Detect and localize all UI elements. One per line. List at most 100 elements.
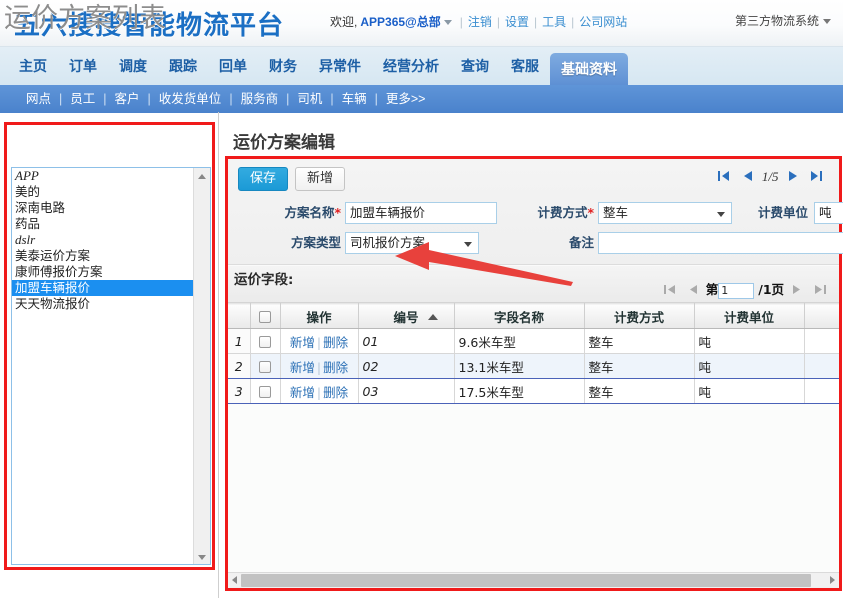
checkbox-icon[interactable]: [259, 386, 271, 398]
subnav-item-provider[interactable]: 服务商: [235, 92, 285, 106]
grid-prev-page-icon[interactable]: [689, 283, 697, 298]
subnav-item-customer[interactable]: 客户: [109, 92, 146, 106]
row-operations[interactable]: 新增 | 删除: [280, 353, 359, 379]
table-row[interactable]: 3 新增 | 删除 03 17.5米车型 整车 吨: [228, 378, 839, 404]
subnav-item-more[interactable]: 更多>>: [380, 92, 432, 106]
subnav-item-employee[interactable]: 员工: [64, 92, 101, 106]
row-operations[interactable]: 新增 | 删除: [280, 328, 359, 354]
col-select-all[interactable]: [250, 303, 281, 329]
nav-item-finance[interactable]: 财务: [258, 47, 308, 85]
col-operation[interactable]: 操作: [280, 303, 359, 329]
table-row[interactable]: 1 新增 | 删除 01 9.6米车型 整车 吨: [228, 328, 839, 354]
subnav-item-branch[interactable]: 网点: [20, 92, 57, 106]
billing-unit-input[interactable]: 吨: [814, 202, 843, 224]
hscroll-thumb[interactable]: [241, 574, 811, 587]
row-checkbox-cell[interactable]: [250, 353, 281, 379]
row-operations[interactable]: 新增 | 删除: [280, 378, 359, 404]
app-root: 五六搜搜智能物流平台 欢迎, APP365@总部 | 注销 | 设置 | 工具 | 公司网站 第三…: [0, 0, 843, 598]
cell-filler: [804, 328, 839, 354]
last-page-icon[interactable]: [811, 170, 822, 186]
subnav-item-shipper[interactable]: 收发货单位: [153, 92, 228, 106]
grid-last-page-icon[interactable]: [815, 283, 826, 298]
next-page-icon[interactable]: [788, 170, 798, 186]
subnav-item-driver[interactable]: 司机: [291, 92, 328, 106]
list-item-selected[interactable]: 加盟车辆报价: [12, 280, 193, 296]
plan-type-select[interactable]: 司机报价方案: [345, 232, 479, 254]
row-checkbox-cell[interactable]: [250, 328, 281, 354]
logout-link[interactable]: 注销: [468, 15, 492, 29]
nav-item-analysis[interactable]: 经营分析: [372, 47, 450, 85]
cell-field-name[interactable]: 13.1米车型: [454, 353, 585, 379]
plan-type-label: 方案类型: [290, 235, 341, 250]
checkbox-icon[interactable]: [259, 361, 271, 373]
cell-code[interactable]: 02: [358, 353, 455, 379]
grid-first-page-icon[interactable]: [663, 283, 675, 298]
cell-billing-unit[interactable]: 吨: [694, 353, 805, 379]
scroll-up-icon[interactable]: [194, 168, 210, 185]
billing-method-select[interactable]: 整车: [598, 202, 732, 224]
nav-item-home[interactable]: 主页: [8, 47, 58, 85]
settings-link[interactable]: 设置: [505, 15, 529, 29]
tools-link[interactable]: 工具: [542, 15, 566, 29]
list-item[interactable]: 康师傅报价方案: [12, 264, 193, 280]
list-item[interactable]: APP: [12, 168, 193, 184]
scroll-down-icon[interactable]: [194, 549, 210, 564]
cell-field-name[interactable]: 9.6米车型: [454, 328, 585, 354]
nav-item-dispatch[interactable]: 调度: [108, 47, 158, 85]
col-field-name[interactable]: 字段名称: [454, 303, 585, 329]
cell-billing-unit[interactable]: 吨: [694, 328, 805, 354]
scroll-left-icon[interactable]: [232, 576, 237, 584]
remark-input[interactable]: [598, 232, 843, 254]
checkbox-icon[interactable]: [259, 336, 271, 348]
row-delete-link[interactable]: 删除: [323, 360, 348, 375]
cell-billing-method[interactable]: 整车: [584, 378, 695, 404]
list-item[interactable]: 深南电路: [12, 200, 193, 216]
cell-billing-method[interactable]: 整车: [584, 353, 695, 379]
nav-item-exception[interactable]: 异常件: [308, 47, 372, 85]
subnav-item-vehicle[interactable]: 车辆: [336, 92, 373, 106]
col-code[interactable]: 编号: [358, 303, 455, 329]
scroll-right-icon[interactable]: [830, 576, 835, 584]
grid-hscrollbar[interactable]: [228, 572, 839, 588]
grid-next-page-icon[interactable]: [793, 283, 801, 298]
list-item[interactable]: dslr: [12, 232, 193, 248]
cell-billing-method[interactable]: 整车: [584, 328, 695, 354]
system-switcher[interactable]: 第三方物流系统: [735, 12, 831, 29]
list-item[interactable]: 药品: [12, 216, 193, 232]
cell-billing-unit[interactable]: 吨: [694, 378, 805, 404]
checkbox-all-icon[interactable]: [259, 311, 271, 323]
row-add-link[interactable]: 新增: [290, 335, 315, 350]
new-button[interactable]: 新增: [295, 167, 346, 191]
nav-item-query[interactable]: 查询: [450, 47, 500, 85]
col-billing-unit[interactable]: 计费单位: [694, 303, 805, 329]
chevron-down-icon[interactable]: [443, 19, 452, 25]
list-item[interactable]: 美的: [12, 184, 193, 200]
plan-name-input[interactable]: 加盟车辆报价: [345, 202, 497, 224]
row-delete-link[interactable]: 删除: [323, 335, 348, 350]
list-item[interactable]: 美泰运价方案: [12, 248, 193, 264]
cell-field-name[interactable]: 17.5米车型: [454, 378, 585, 404]
nav-item-service[interactable]: 客服: [500, 47, 550, 85]
nav-item-tracking[interactable]: 跟踪: [158, 47, 208, 85]
row-delete-link[interactable]: 删除: [323, 385, 348, 400]
row-add-link[interactable]: 新增: [290, 385, 315, 400]
username-label[interactable]: APP365@总部: [357, 15, 440, 29]
row-checkbox-cell[interactable]: [250, 378, 281, 404]
nav-item-receipt[interactable]: 回单: [208, 47, 258, 85]
grid-page-input[interactable]: 1: [718, 282, 755, 299]
list-item[interactable]: 天天物流报价: [12, 296, 193, 312]
cell-code[interactable]: 01: [358, 328, 455, 354]
sidebar-scrollbar[interactable]: [193, 168, 210, 564]
first-page-icon[interactable]: [718, 170, 730, 186]
company-site-link[interactable]: 公司网站: [579, 15, 627, 29]
nav-item-order[interactable]: 订单: [58, 47, 108, 85]
save-button[interactable]: 保存: [238, 167, 289, 191]
prev-page-icon[interactable]: [743, 170, 752, 186]
grid-title: 运价字段:: [234, 272, 294, 288]
col-billing-method[interactable]: 计费方式: [584, 303, 695, 329]
row-add-link[interactable]: 新增: [290, 360, 315, 375]
table-row[interactable]: 2 新增 | 删除 02 13.1米车型 整车 吨: [228, 353, 839, 379]
plan-listbox[interactable]: APP 美的 深南电路 药品 dslr 美泰运价方案 康师傅报价方案 加盟车辆报…: [11, 167, 211, 565]
cell-code[interactable]: 03: [358, 378, 455, 404]
nav-item-basic-data[interactable]: 基础资料: [550, 53, 628, 85]
